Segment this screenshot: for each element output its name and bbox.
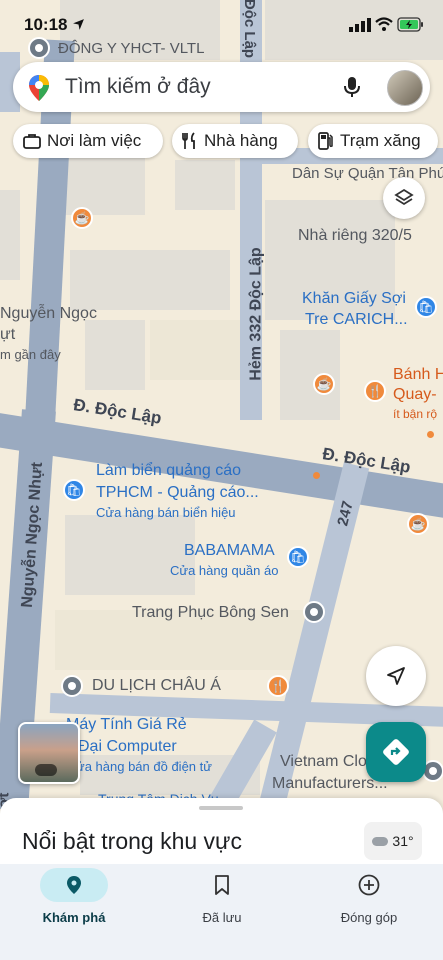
- place-label-babamama[interactable]: BABAMAMA: [184, 542, 275, 560]
- place-label-banh[interactable]: Bánh H: [393, 366, 443, 384]
- nav-item-contribute[interactable]: Đóng góp: [295, 864, 443, 925]
- cloud-icon: [372, 836, 389, 846]
- status-bar: 10:18: [0, 0, 443, 44]
- street-label-doc-lap: Đ. Độc Lập: [72, 395, 163, 428]
- weather-temperature: 31°: [392, 833, 414, 849]
- layers-button[interactable]: [383, 177, 425, 219]
- fork-knife-icon: [182, 132, 195, 149]
- place-label-khan-giay-2: Tre CARICH...: [305, 311, 408, 328]
- search-bar[interactable]: Tìm kiếm ở đây: [13, 62, 430, 112]
- my-location-button[interactable]: [366, 646, 426, 706]
- place-label-du-lich[interactable]: DU LỊCH CHÂU Á: [92, 677, 221, 695]
- bottom-sheet[interactable]: Nổi bật trong khu vực 31°: [0, 798, 443, 868]
- sheet-drag-handle[interactable]: [199, 806, 243, 810]
- chip-label: Trạm xăng: [340, 131, 421, 150]
- status-time: 10:18: [24, 15, 68, 34]
- nav-label-contribute: Đóng góp: [340, 910, 398, 925]
- place-label-dan-su[interactable]: Dân Sự Quận Tân Phú: [292, 165, 443, 182]
- chip-gas-station[interactable]: Trạm xăng: [308, 124, 438, 158]
- directions-icon: [383, 739, 409, 765]
- briefcase-icon: [23, 134, 41, 149]
- shop-pin-lam-bien[interactable]: 🛍: [63, 479, 85, 501]
- search-input[interactable]: Tìm kiếm ở đây: [65, 75, 211, 99]
- location-arrow-icon: [73, 19, 84, 30]
- chip-restaurant[interactable]: Nhà hàng: [172, 124, 298, 158]
- place-label-nha-rieng[interactable]: Nhà riêng 320/5: [298, 227, 412, 245]
- restaurant-pin[interactable]: ☕: [71, 207, 93, 229]
- fuel-pump-icon: [318, 132, 333, 150]
- street-view-icon: [35, 764, 57, 776]
- chip-label: Nhà hàng: [204, 131, 278, 150]
- bookmark-icon: [215, 875, 229, 895]
- microphone-icon[interactable]: [344, 76, 360, 98]
- place-label-trang-phuc[interactable]: Trang Phục Bông Sen: [132, 604, 289, 622]
- restaurant-pin-du-lich[interactable]: 🍴: [267, 675, 289, 697]
- signal-icon: [349, 18, 371, 32]
- weather-chip: 31°: [364, 822, 422, 860]
- map-dot-marker-2: [427, 431, 434, 438]
- sheet-title: Nổi bật trong khu vực: [22, 828, 242, 854]
- street-view-thumbnail[interactable]: [18, 722, 80, 784]
- nav-item-saved[interactable]: Đã lưu: [148, 864, 296, 925]
- place-label-gan-day: m gần đây: [0, 347, 61, 362]
- place-label-banh-2: Quay-: [393, 386, 437, 403]
- place-label-babamama-sub: Cửa hàng quần áo: [170, 563, 279, 578]
- chip-label: Nơi làm việc: [47, 131, 142, 150]
- navigation-arrow-icon: [387, 667, 405, 685]
- place-pin-du-lich[interactable]: [61, 675, 83, 697]
- battery-charging-icon: [397, 17, 423, 32]
- nav-label-saved: Đã lưu: [202, 910, 242, 925]
- place-label-lam-bien-2: TPHCM - Quảng cáo...: [96, 484, 259, 501]
- nav-label-explore: Khám phá: [42, 910, 106, 925]
- shop-pin-khan-giay[interactable]: 🛍: [415, 296, 437, 318]
- place-label-may-tinh-2: Đại Computer: [78, 738, 177, 755]
- place-pin-trang-phuc[interactable]: [303, 601, 325, 623]
- place-label-khan-giay[interactable]: Khăn Giấy Sợi: [302, 290, 406, 308]
- place-label-nguyen-ngoc-2: ựt: [0, 326, 16, 343]
- place-label-nguyen-ngoc[interactable]: Nguyễn Ngọc: [0, 305, 97, 323]
- cafe-pin-right[interactable]: ☕: [407, 513, 429, 535]
- place-label-lam-bien[interactable]: Làm biển quảng cáo: [96, 462, 241, 480]
- restaurant-pin-banh[interactable]: 🍴: [364, 380, 386, 402]
- street-label-hem-332: Hẻm 332 Độc Lập: [247, 247, 265, 381]
- place-label-vietnam[interactable]: Vietnam Clo: [280, 753, 367, 771]
- wifi-icon: [375, 17, 393, 31]
- add-circle-icon: [358, 874, 380, 896]
- nav-active-indicator: [40, 868, 108, 902]
- bottom-nav: Khám phá Đã lưu Đóng góp: [0, 864, 443, 960]
- place-label-may-tinh[interactable]: Máy Tính Giá Rẻ: [66, 716, 187, 734]
- place-label-lam-bien-sub: Cửa hàng bán biển hiệu: [96, 505, 236, 520]
- explore-pin-icon: [67, 876, 81, 894]
- shop-pin-babamama[interactable]: 🛍: [287, 546, 309, 568]
- cafe-pin[interactable]: ☕: [313, 373, 335, 395]
- directions-button[interactable]: [366, 722, 426, 782]
- layers-icon: [394, 188, 414, 206]
- chip-workplace[interactable]: Nơi làm việc: [13, 124, 163, 158]
- nav-item-explore[interactable]: Khám phá: [0, 864, 148, 925]
- avatar[interactable]: [387, 70, 423, 106]
- map-dot-marker: [313, 472, 320, 479]
- place-label-banh-3: ít bận rộ: [393, 407, 438, 421]
- maps-logo-icon: [29, 75, 49, 101]
- place-label-may-tinh-sub: ửa hàng bán đồ điện tử: [76, 759, 212, 774]
